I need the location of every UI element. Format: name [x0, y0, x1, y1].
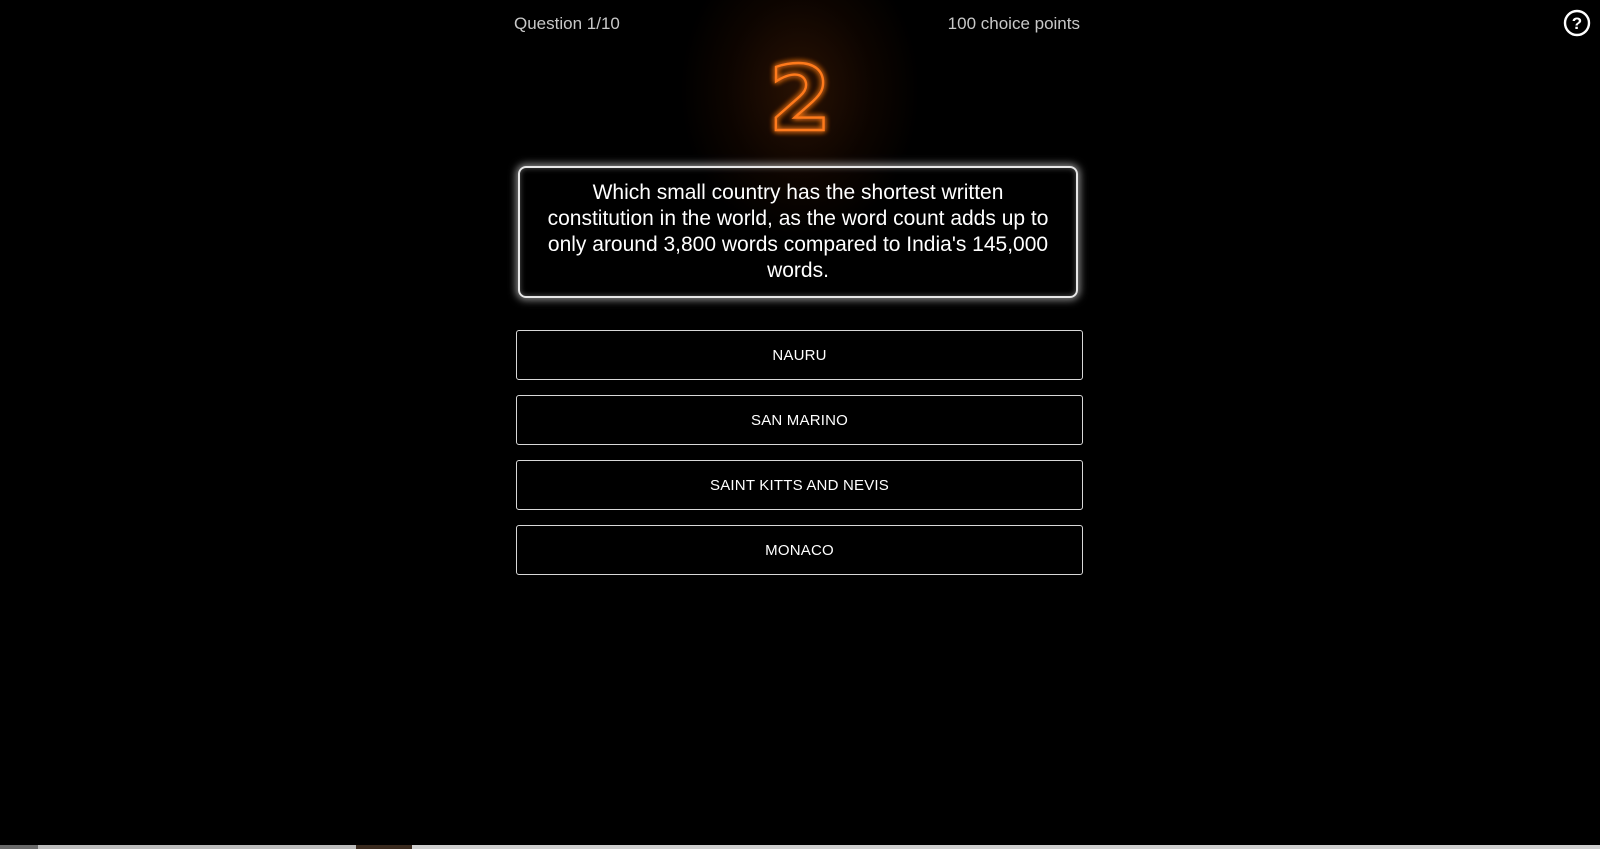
help-glyph: ? — [1572, 14, 1582, 33]
quiz-header: Question 1/10 100 choice points — [514, 0, 1080, 48]
countdown-timer: 2 — [740, 46, 860, 153]
help-button[interactable]: ? — [1563, 9, 1591, 37]
answer-option-4[interactable]: MONACO — [516, 525, 1083, 575]
bottom-edge-strip — [0, 845, 1600, 849]
question-text: Which small country has the shortest wri… — [547, 181, 1049, 282]
quiz-screen: Question 1/10 100 choice points ? 2 Whic… — [0, 0, 1600, 849]
answer-option-2[interactable]: SAN MARINO — [516, 395, 1083, 445]
answer-list: NAURU SAN MARINO SAINT KITTS AND NEVIS M… — [516, 330, 1083, 590]
question-mark-circle-icon: ? — [1563, 9, 1591, 37]
countdown-digit: 2 — [769, 47, 832, 152]
choice-points: 100 choice points — [947, 14, 1080, 33]
answer-option-3[interactable]: SAINT KITTS AND NEVIS — [516, 460, 1083, 510]
question-counter: Question 1/10 — [514, 14, 620, 33]
question-card: Which small country has the shortest wri… — [518, 166, 1078, 298]
answer-option-1[interactable]: NAURU — [516, 330, 1083, 380]
